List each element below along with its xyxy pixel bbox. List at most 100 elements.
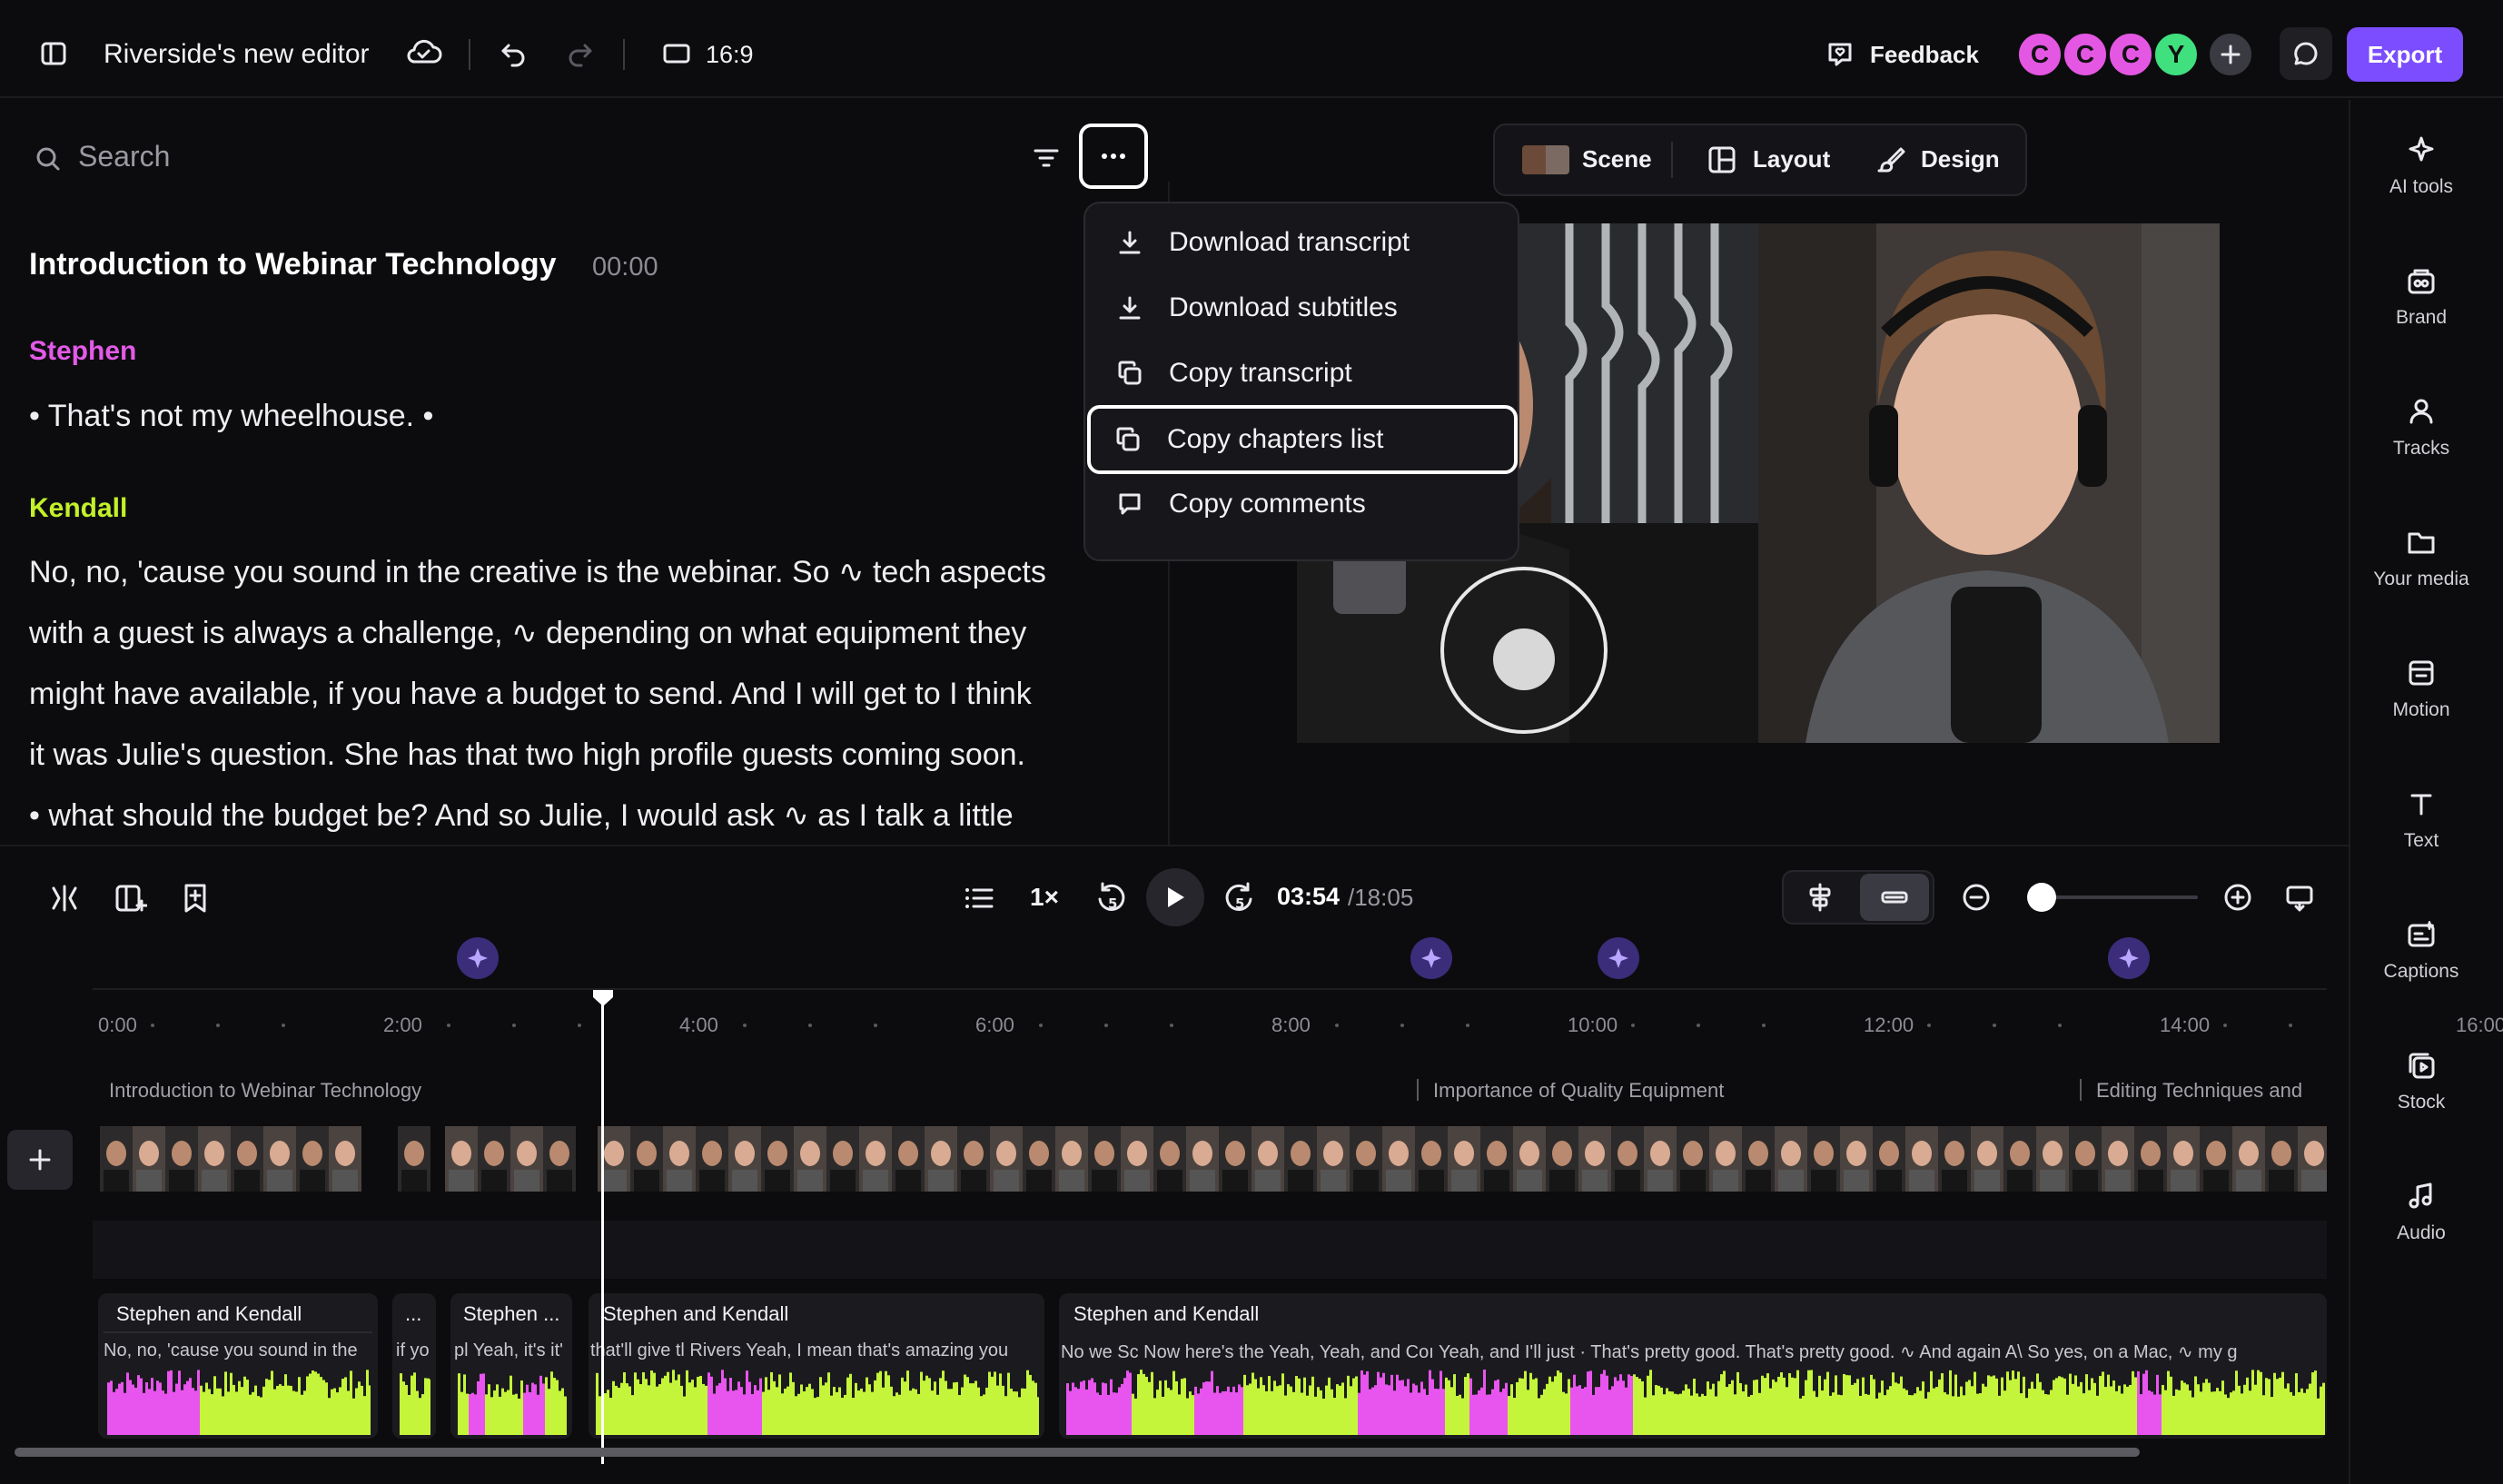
transcript-line[interactable]: might have available, if you have a budg… — [29, 664, 1032, 725]
waveform-bar — [107, 1382, 110, 1435]
waveform-bar — [1469, 1378, 1472, 1435]
ai-marker[interactable] — [1410, 937, 1452, 979]
waveform-bar — [2102, 1371, 2104, 1435]
playhead-handle[interactable] — [591, 988, 615, 1008]
brush-icon[interactable] — [1876, 145, 1905, 174]
audio-clip[interactable]: Stephen ... pl Yeah, it's it' — [450, 1293, 572, 1439]
scene-button[interactable]: Scene — [1582, 145, 1652, 173]
chapter-marker[interactable]: Importance of Quality Equipment — [1433, 1079, 1724, 1103]
waveform-bar — [1723, 1370, 1726, 1435]
menu-item-download-transcript[interactable]: Download transcript — [1091, 211, 1514, 274]
aspect-ratio-icon[interactable] — [663, 43, 690, 64]
collapse-tracks-button[interactable] — [1860, 874, 1929, 921]
feedback-button[interactable]: Feedback — [1870, 41, 1979, 69]
chapter-marker[interactable]: Editing Techniques and — [2096, 1079, 2329, 1103]
add-track-button[interactable] — [7, 1130, 73, 1190]
waveform-bar — [413, 1372, 416, 1435]
menu-item-download-subtitles[interactable]: Download subtitles — [1091, 276, 1514, 340]
avatar[interactable]: C — [2062, 31, 2109, 78]
avatar[interactable]: Y — [2152, 31, 2200, 78]
waveform-bar — [1002, 1385, 1004, 1435]
split-icon[interactable] — [49, 883, 80, 914]
waveform-bar — [1674, 1393, 1677, 1435]
undo-icon[interactable] — [500, 40, 527, 67]
rewind-5-icon[interactable]: 5 — [1095, 881, 1128, 915]
layout-button[interactable]: Layout — [1753, 145, 1830, 173]
forward-5-icon[interactable]: 5 — [1222, 881, 1255, 915]
audio-clip[interactable]: Stephen and Kendall No we Sc Now here's … — [1059, 1293, 2327, 1439]
ai-marker[interactable] — [2108, 937, 2150, 979]
waveform-bar — [1352, 1378, 1355, 1435]
filter-icon[interactable] — [1032, 145, 1061, 171]
rail-item-motion[interactable]: Motion — [2352, 658, 2490, 767]
total-time: /18:05 — [1348, 884, 1414, 911]
rail-item-your-media[interactable]: Your media — [2352, 527, 2490, 636]
video-track[interactable] — [100, 1126, 2327, 1192]
track-align-icon[interactable] — [1806, 883, 1835, 912]
comments-button[interactable] — [2280, 27, 2332, 80]
waveform-bar — [2221, 1380, 2224, 1435]
zoom-in-icon[interactable] — [2223, 883, 2252, 912]
play-button[interactable] — [1146, 868, 1204, 926]
rail-item-brand[interactable]: Brand — [2352, 265, 2490, 374]
chapters-list-icon[interactable] — [965, 885, 994, 912]
project-title[interactable]: Riverside's new editor — [104, 39, 370, 70]
transcript-line[interactable]: with a guest is always a challenge, ∿ de… — [29, 603, 1026, 664]
transcript-line[interactable]: • That's not my wheelhouse. • — [29, 386, 433, 447]
menu-item-copy-chapters-list[interactable]: Copy chapters list — [1087, 405, 1518, 474]
audio-clip[interactable]: Stephen and Kendall No, no, 'cause you s… — [98, 1293, 378, 1439]
audio-clip[interactable]: ... if yo — [392, 1293, 436, 1439]
waveform-bar — [1788, 1373, 1791, 1435]
waveform-bar — [1647, 1375, 1649, 1435]
bookmark-icon[interactable] — [182, 883, 209, 914]
timeline-scrollbar[interactable] — [15, 1448, 2140, 1457]
sidebar-toggle-icon[interactable] — [40, 40, 67, 67]
waveform-bar — [1499, 1391, 1502, 1435]
rail-item-ai-tools[interactable]: AI tools — [2352, 134, 2490, 243]
audio-clip[interactable]: Stephen and Kendall that'll give tl Rive… — [589, 1293, 1044, 1439]
avatar[interactable]: C — [2016, 31, 2063, 78]
feedback-icon[interactable] — [1825, 40, 1855, 69]
ai-marker[interactable] — [457, 937, 499, 979]
chapter-timestamp[interactable]: 00:00 — [592, 252, 658, 282]
video-thumbnail — [2134, 1126, 2167, 1192]
redo-icon[interactable] — [567, 40, 594, 67]
rail-item-stock[interactable]: Stock — [2352, 1050, 2490, 1159]
zoom-slider-handle[interactable] — [2026, 883, 2056, 912]
waveform-bar — [1587, 1371, 1589, 1435]
transcript-line[interactable]: No, no, 'cause you sound in the creative… — [29, 542, 1046, 603]
rail-item-text[interactable]: Text — [2352, 788, 2490, 897]
rail-item-audio[interactable]: Audio — [2352, 1181, 2490, 1290]
waveform-bar — [2099, 1376, 2102, 1435]
waveform-bar — [1630, 1375, 1633, 1435]
more-options-button[interactable] — [1079, 124, 1148, 189]
waveform-bar — [1805, 1380, 1807, 1435]
search-input[interactable]: Search — [78, 140, 170, 173]
waveform-bar — [2063, 1378, 2066, 1435]
menu-item-copy-comments[interactable]: Copy comments — [1091, 472, 1514, 536]
transcript-line[interactable]: it was Julie's question. She has that tw… — [29, 725, 1025, 786]
add-collaborator-button[interactable] — [2207, 31, 2254, 78]
rail-item-tracks[interactable]: Tracks — [2352, 396, 2490, 505]
aspect-ratio-label[interactable]: 16:9 — [706, 41, 754, 69]
export-button[interactable]: Export — [2347, 27, 2463, 82]
avatar[interactable]: C — [2107, 31, 2154, 78]
playback-speed-button[interactable]: 1× — [1030, 883, 1059, 912]
waveform-bar — [816, 1397, 819, 1435]
chapter-marker[interactable]: Introduction to Webinar Technology — [109, 1079, 421, 1103]
waveform-bar — [529, 1391, 531, 1435]
waveform-bar — [830, 1395, 833, 1435]
waveform-bar — [1396, 1374, 1399, 1435]
transcript-line[interactable]: • what should the budget be? And so Juli… — [29, 786, 1014, 846]
playhead[interactable] — [601, 992, 604, 1464]
layout-icon[interactable] — [1707, 145, 1736, 174]
fit-timeline-icon[interactable] — [2285, 883, 2314, 912]
zoom-out-icon[interactable] — [1962, 883, 1991, 912]
menu-item-copy-transcript[interactable]: Copy transcript — [1091, 341, 1514, 405]
add-layout-icon[interactable] — [114, 883, 147, 914]
ruler-tick-label: 6:00 — [975, 1014, 1014, 1036]
rail-item-captions[interactable]: Captions — [2352, 919, 2490, 1028]
ai-marker[interactable] — [1598, 937, 1639, 979]
waveform-bar — [1963, 1395, 1965, 1435]
design-button[interactable]: Design — [1921, 145, 2000, 173]
